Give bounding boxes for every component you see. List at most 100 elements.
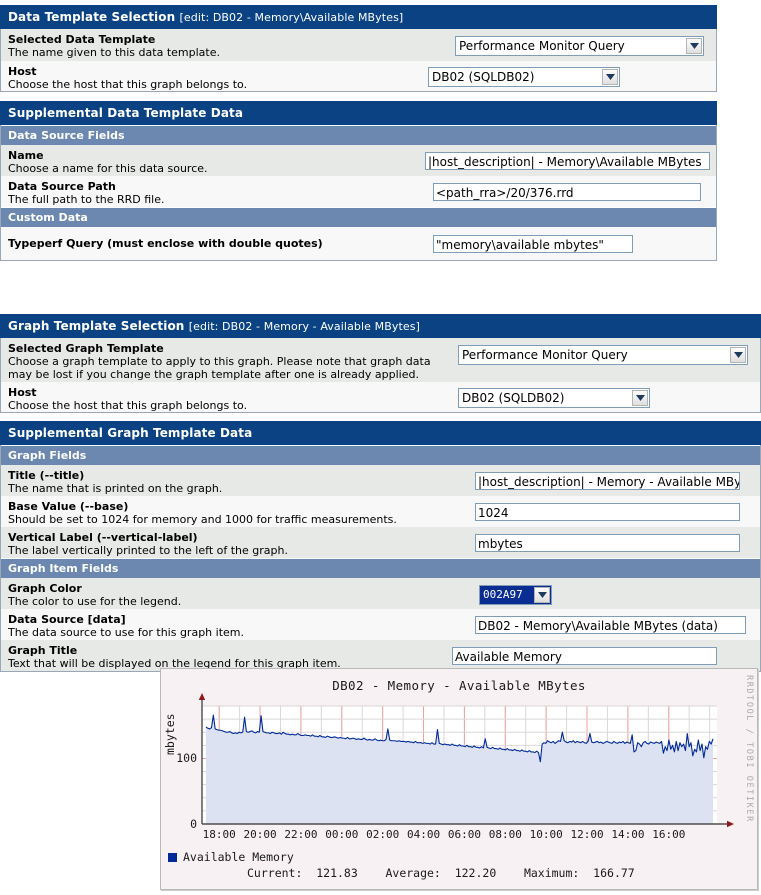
x-tick-label: 12:00 [570,828,604,841]
row-selected-graph-template: Selected Graph Template Choose a graph t… [1,338,760,382]
row-name-field: |host_description| - Memory\Available MB… [425,149,710,170]
row-typeperf-query-field: "memory\available mbytes" [433,234,633,253]
row-vertical-label: Vertical Label (--vertical-label) The la… [1,527,760,558]
data-template-selection-panel: Data Template Selection [edit: DB02 - Me… [0,5,717,92]
data-source-data-input[interactable]: DB02 - Memory\Available MBytes (data) [475,616,746,634]
data-template-panel-header: Data Template Selection [edit: DB02 - Me… [0,5,717,29]
graph-legend-stats: Current: 121.83 Average: 122.20 Maximum:… [247,866,635,880]
data-source-path-input[interactable]: <path_rra>/20/376.rrd [433,183,701,201]
subheader-graph-fields: Graph Fields [1,445,760,465]
row-host-data-labels: Host Choose the host that this graph bel… [8,65,247,92]
supplemental-data-panel-body: Data Source Fields Name Choose a name fo… [0,125,717,261]
x-tick-label: 06:00 [447,828,481,841]
x-tick-label: 00:00 [325,828,359,841]
x-tick-label: 02:00 [366,828,400,841]
row-data-source-path-desc: The full path to the RRD file. [8,192,165,206]
x-tick-label: 22:00 [284,828,318,841]
row-name-labels: Name Choose a name for this data source. [8,149,208,176]
graph-template-panel-edit-note: [edit: DB02 - Memory - Available MBytes] [188,320,420,333]
row-typeperf-query: Typeperf Query (must enclose with double… [1,227,716,260]
typeperf-query-input[interactable]: "memory\available mbytes" [433,234,633,253]
row-base-value: Base Value (--base) Should be set to 102… [1,496,760,527]
row-data-source-path-labels: Data Source Path The full path to the RR… [8,180,165,207]
x-tick-label: 04:00 [406,828,441,841]
host-data-select[interactable]: DB02 (SQLDB02) [428,67,620,87]
row-selected-graph-template-labels: Selected Graph Template Choose a graph t… [8,342,448,382]
graph-color-select[interactable]: 002A97 [479,585,552,605]
row-title-desc: The name that is printed on the graph. [8,481,223,495]
data-template-panel-body: Selected Data Template The name given to… [0,29,717,92]
graph-template-panel-body: Selected Graph Template Choose a graph t… [0,338,761,413]
row-selected-graph-template-desc: Choose a graph template to apply to this… [8,354,431,381]
row-data-source-data-labels: Data Source [data] The data source to us… [8,613,244,640]
row-graph-color-labels: Graph Color The color to use for the leg… [8,582,181,609]
row-data-source-data: Data Source [data] The data source to us… [1,609,760,640]
x-tick-label: 08:00 [488,828,522,841]
row-host-data-desc: Choose the host that this graph belongs … [8,77,248,91]
base-value-input[interactable]: 1024 [475,503,740,521]
name-input[interactable]: |host_description| - Memory\Available MB… [425,152,710,170]
chevron-down-icon[interactable] [534,587,550,603]
row-graph-color-desc: The color to use for the legend. [8,594,182,608]
row-selected-graph-template-field: Performance Monitor Query [458,342,748,368]
rrd-graph-inner: DB02 - Memory - Available MBytes mbytes … [161,669,757,889]
supplemental-graph-panel-header: Supplemental Graph Template Data [0,421,761,445]
row-typeperf-query-labels: Typeperf Query (must enclose with double… [8,237,323,251]
x-tick-label: 18:00 [202,828,236,841]
chevron-down-icon[interactable] [632,390,648,406]
row-selected-data-template-field: Performance Monitor Query [455,33,704,59]
host-graph-value: DB02 (SQLDB02) [462,391,565,405]
row-graph-color-field: 002A97 [479,582,552,608]
selected-data-template-value: Performance Monitor Query [459,39,625,53]
host-data-value: DB02 (SQLDB02) [432,70,535,84]
row-graph-title-labels: Graph Title Text that will be displayed … [8,644,341,671]
row-vertical-label-labels: Vertical Label (--vertical-label) The la… [8,531,288,558]
row-graph-title: Graph Title Text that will be displayed … [1,640,760,671]
supplemental-graph-panel-title: Supplemental Graph Template Data [8,426,253,440]
selected-graph-template-select[interactable]: Performance Monitor Query [458,345,748,365]
row-host-graph-desc: Choose the host that this graph belongs … [8,398,248,412]
selected-graph-template-value: Performance Monitor Query [462,348,628,362]
row-graph-title-field: Available Memory [452,644,717,665]
supplemental-graph-panel-body: Graph Fields Title (--title) The name th… [0,445,761,672]
row-data-source-data-desc: The data source to use for this graph it… [8,625,244,639]
chevron-down-icon[interactable] [686,38,702,54]
supplemental-graph-template-panel: Supplemental Graph Template Data Graph F… [0,421,761,672]
row-host-graph: Host Choose the host that this graph bel… [1,382,760,412]
row-vertical-label-desc: The label vertically printed to the left… [8,543,288,557]
chevron-down-icon[interactable] [730,347,746,363]
row-base-value-desc: Should be set to 1024 for memory and 100… [8,512,397,526]
y-tick-label: 0 [190,817,197,831]
x-tick-label: 16:00 [652,828,686,841]
row-host-graph-field: DB02 (SQLDB02) [458,386,650,411]
row-title: Title (--title) The name that is printed… [1,465,760,496]
selected-data-template-select[interactable]: Performance Monitor Query [455,36,704,56]
row-vertical-label-field: mbytes [475,531,740,552]
row-typeperf-query-label: Typeperf Query (must enclose with double… [8,236,323,250]
subheader-custom-data: Custom Data [1,207,716,227]
row-data-source-data-field: DB02 - Memory\Available MBytes (data) [475,613,746,634]
title-input[interactable]: |host_description| - Memory - Available … [475,472,740,490]
y-tick-label: 100 [176,751,197,766]
vertical-label-input[interactable]: mbytes [475,534,740,552]
x-tick-label: 14:00 [611,828,645,841]
graph-template-selection-panel: Graph Template Selection [edit: DB02 - M… [0,314,761,413]
rrd-graph-image: DB02 - Memory - Available MBytes mbytes … [160,668,758,890]
row-title-field: |host_description| - Memory - Available … [475,469,740,490]
row-graph-color: Graph Color The color to use for the leg… [1,578,760,609]
supplemental-data-template-panel: Supplemental Data Template Data Data Sou… [0,101,717,261]
row-title-labels: Title (--title) The name that is printed… [8,469,222,496]
graph-title-input[interactable]: Available Memory [452,647,717,665]
host-graph-select[interactable]: DB02 (SQLDB02) [458,388,650,408]
legend-color-swatch [168,852,177,862]
chevron-down-icon[interactable] [602,69,618,85]
row-data-source-path-field: <path_rra>/20/376.rrd [433,180,701,201]
row-host-data-field: DB02 (SQLDB02) [428,65,620,90]
row-data-source-path: Data Source Path The full path to the RR… [1,176,716,207]
row-base-value-labels: Base Value (--base) Should be set to 102… [8,500,397,527]
supplemental-data-panel-title: Supplemental Data Template Data [8,106,244,120]
graph-legend-entry: Available Memory [168,850,294,864]
data-template-panel-edit-note: [edit: DB02 - Memory\Available MBytes] [179,11,404,24]
row-base-value-field: 1024 [475,500,740,521]
x-tick-label: 10:00 [529,828,563,841]
